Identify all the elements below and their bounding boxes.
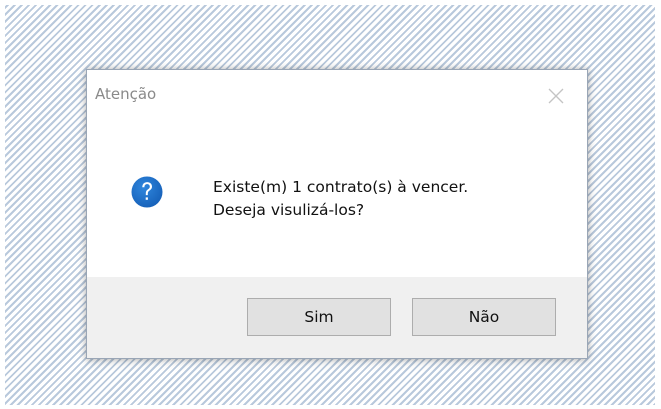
dialog-content: Existe(m) 1 contrato(s) à vencer. Deseja… [87, 124, 587, 277]
title-bar: Atenção [87, 70, 587, 124]
dialog-title: Atenção [95, 85, 157, 103]
close-button[interactable] [533, 78, 579, 114]
yes-button[interactable]: Sim [247, 298, 391, 336]
message-line-1: Existe(m) 1 contrato(s) à vencer. [213, 178, 469, 196]
message-line-2: Deseja visulizá-los? [213, 201, 365, 219]
dialog-message: Existe(m) 1 contrato(s) à vencer. Deseja… [213, 176, 468, 222]
close-icon [548, 88, 564, 104]
dialog-footer: Sim Não [87, 277, 587, 358]
question-icon [131, 176, 163, 208]
no-button[interactable]: Não [412, 298, 556, 336]
confirm-dialog: Atenção Existe(m) 1 contrato(s) à vencer… [86, 69, 588, 359]
